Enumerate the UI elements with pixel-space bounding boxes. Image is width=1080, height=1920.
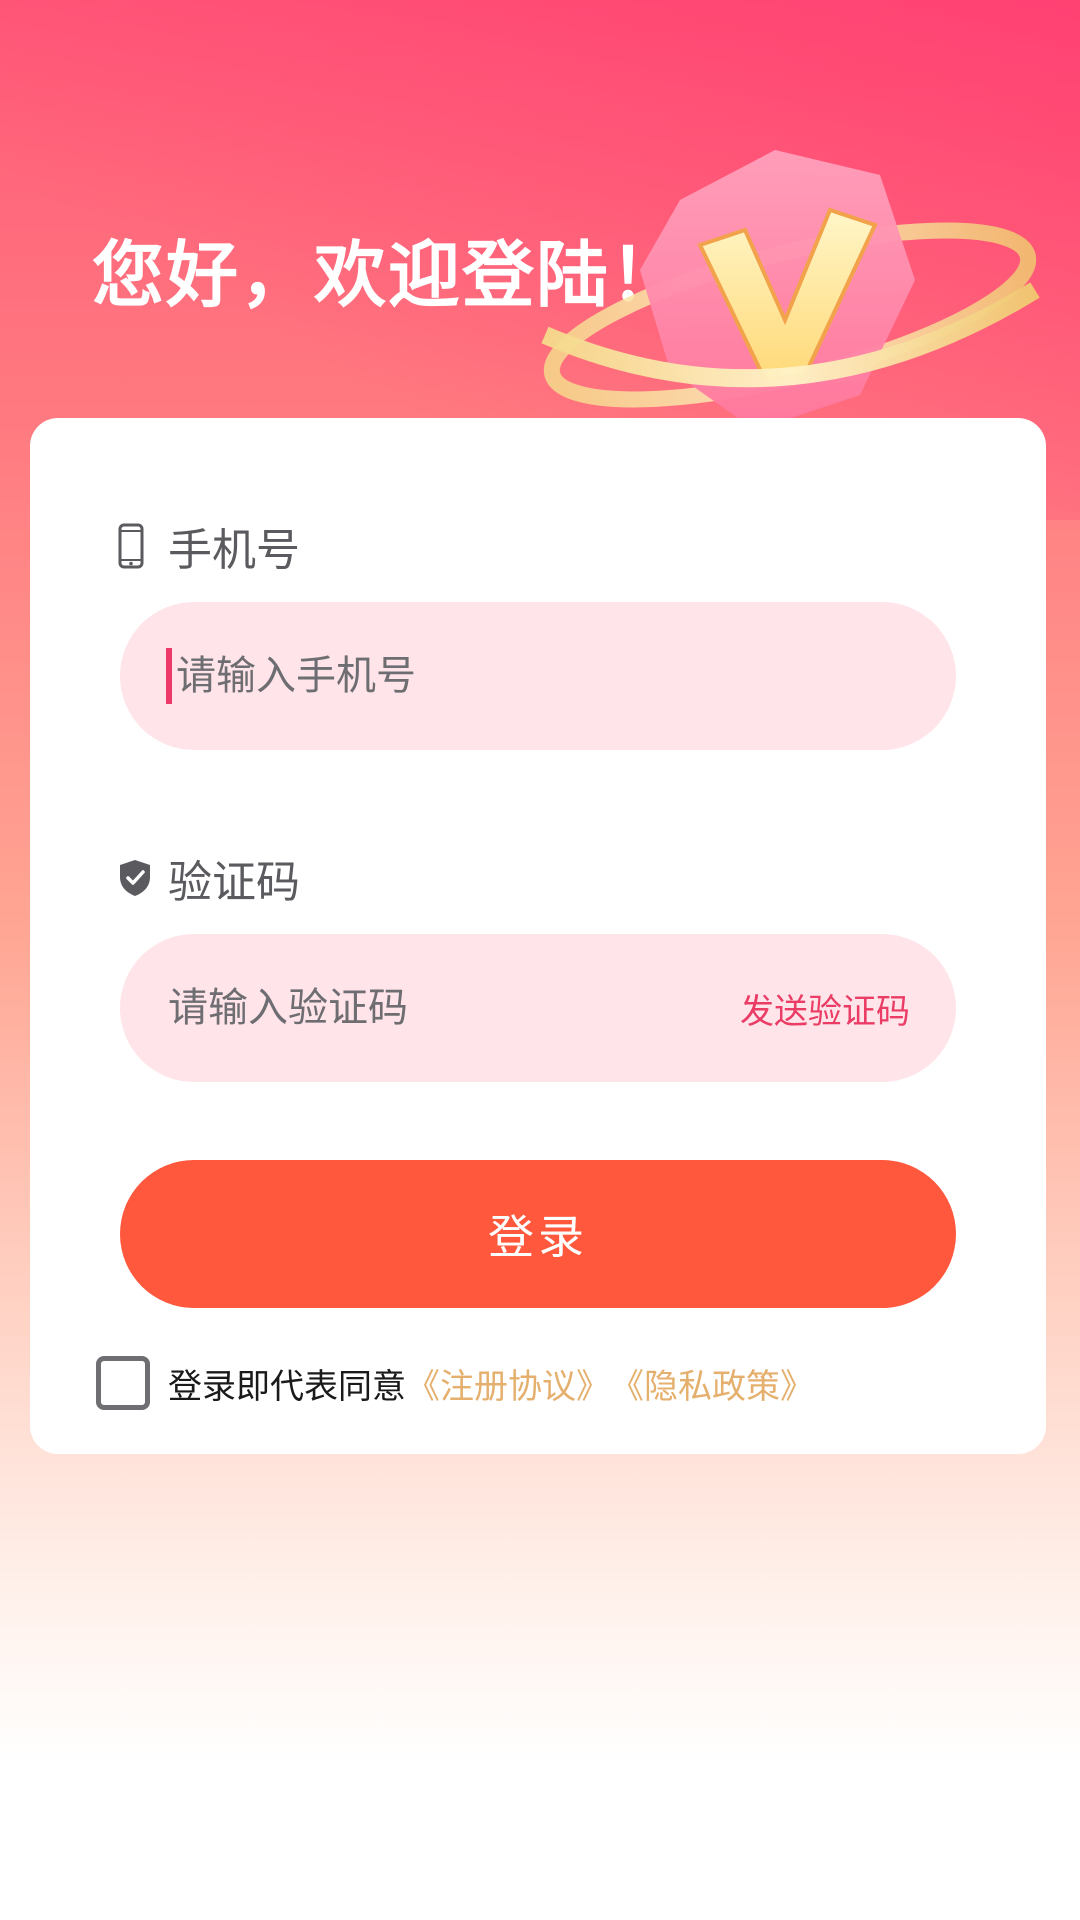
agreement-checkbox[interactable] xyxy=(96,1356,150,1410)
privacy-link[interactable]: 《隐私政策》 xyxy=(610,1359,814,1408)
phone-input[interactable] xyxy=(174,645,910,707)
phone-icon xyxy=(118,523,152,569)
terms-link[interactable]: 《注册协议》 xyxy=(406,1359,610,1408)
phone-label-text: 手机号 xyxy=(168,525,300,576)
code-label: 验证码 xyxy=(118,846,300,910)
login-card: 手机号 验证码 发送验证码 登录 登录即代表同意 《注册协议》 《隐私政策》 xyxy=(30,418,1046,1454)
code-input[interactable] xyxy=(166,977,740,1039)
send-code-button[interactable]: 发送验证码 xyxy=(740,984,910,1033)
code-input-wrapper: 发送验证码 xyxy=(120,934,956,1082)
login-button[interactable]: 登录 xyxy=(120,1160,956,1308)
code-label-text: 验证码 xyxy=(168,857,300,908)
shield-check-icon xyxy=(118,855,152,901)
text-caret xyxy=(166,648,172,704)
agreement-row: 登录即代表同意 《注册协议》 《隐私政策》 xyxy=(96,1356,814,1410)
phone-label: 手机号 xyxy=(118,514,300,578)
agreement-text: 登录即代表同意 xyxy=(168,1366,406,1407)
phone-input-wrapper xyxy=(120,602,956,750)
